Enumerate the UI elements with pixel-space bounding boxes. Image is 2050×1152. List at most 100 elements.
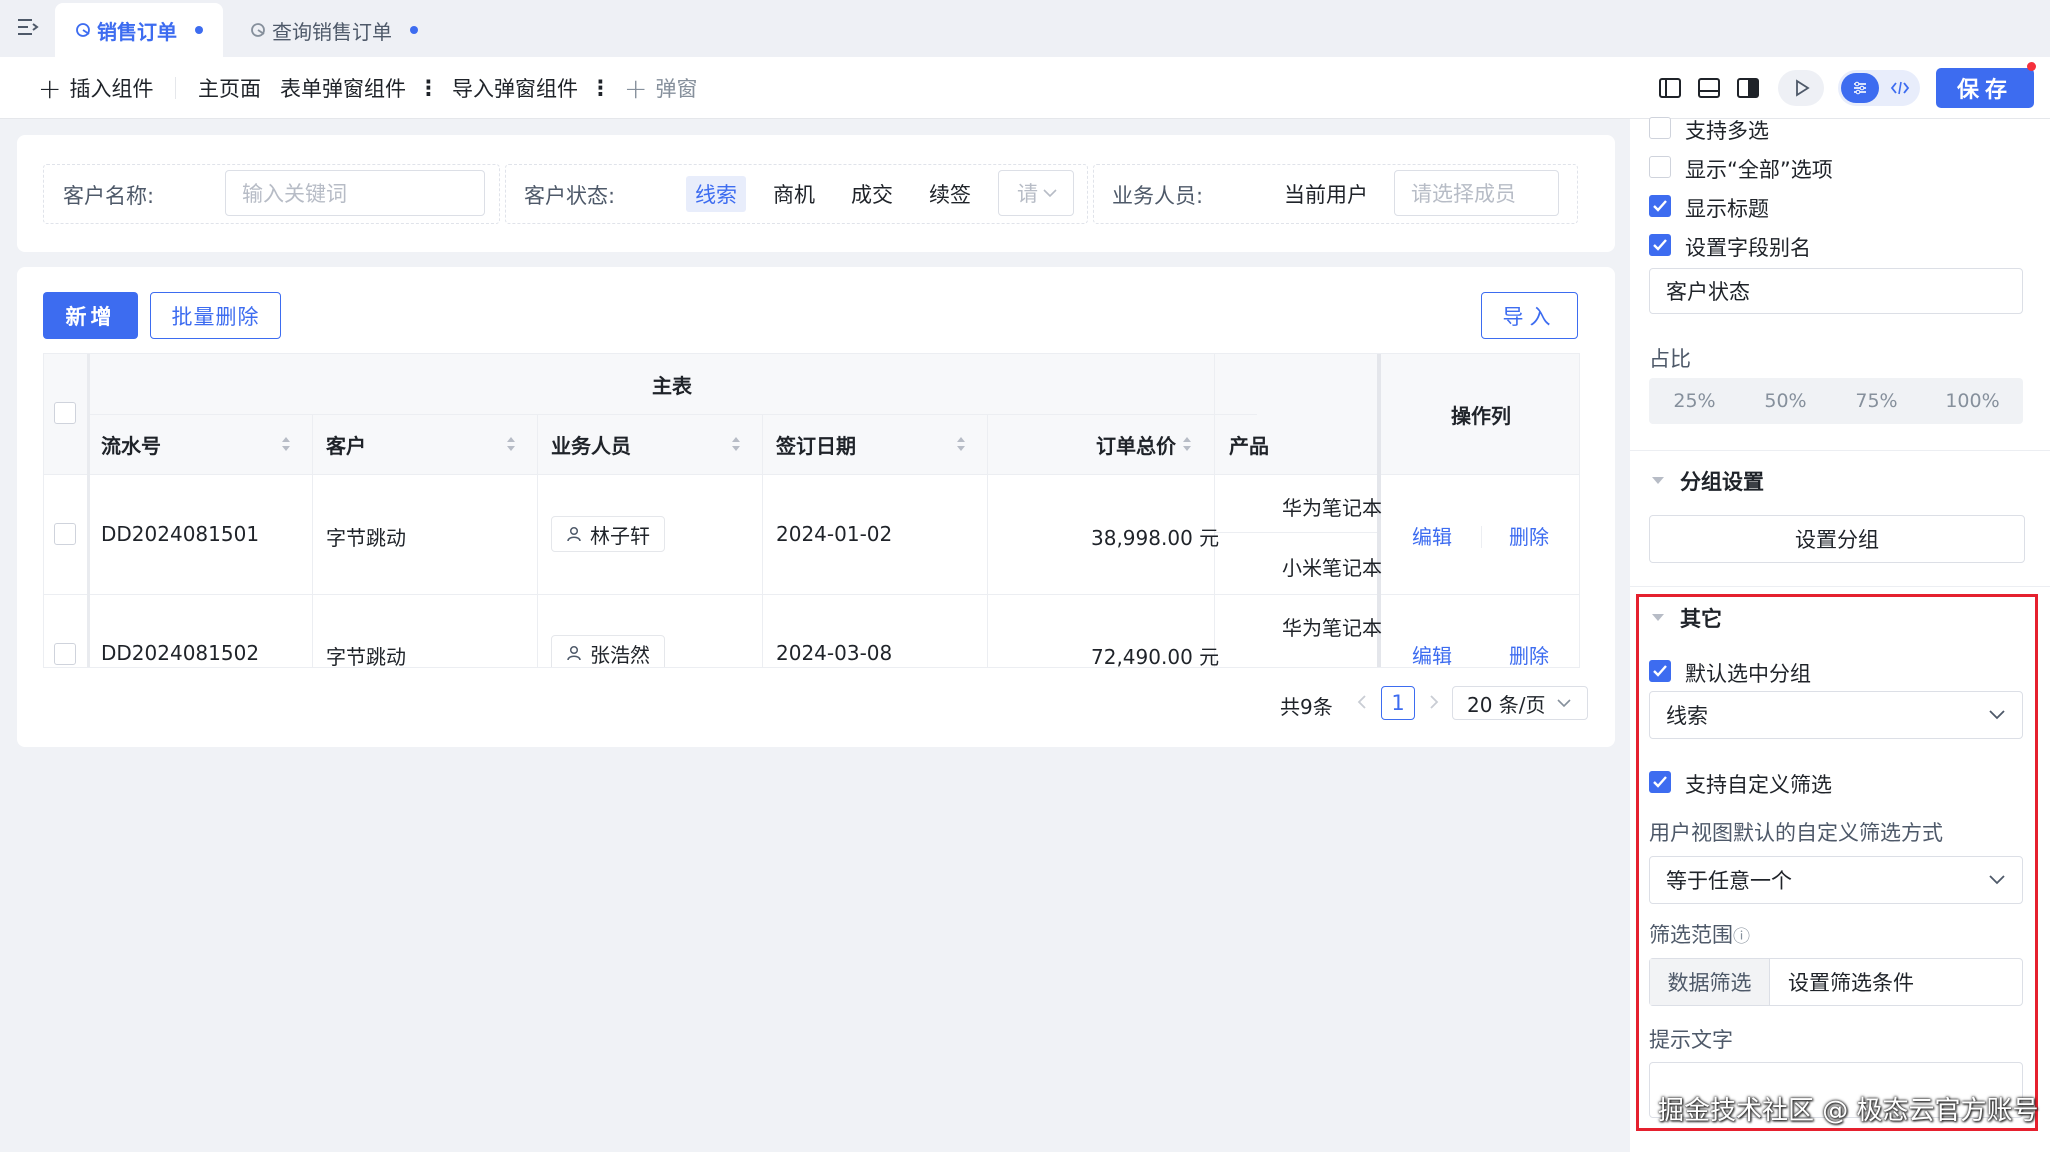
tab-query-sales-order[interactable]: 查询销售订单 — [230, 3, 438, 57]
status-option-renewal[interactable]: 续签 — [920, 176, 980, 212]
show-all-checkbox[interactable] — [1649, 156, 1671, 178]
layout-bottom-icon[interactable] — [1696, 75, 1722, 101]
chevron-down-icon — [1556, 699, 1571, 708]
insert-component-button[interactable]: + 插入组件 — [38, 57, 153, 119]
import-button[interactable]: 导入 — [1481, 292, 1578, 339]
status-more-select[interactable]: 请 — [998, 170, 1074, 216]
unsaved-dot — [410, 26, 418, 34]
ratio-100[interactable]: 100% — [1922, 378, 2023, 424]
save-button[interactable]: 保存 — [1936, 68, 2034, 108]
check-icon — [1653, 239, 1667, 251]
grid-line — [87, 414, 1257, 415]
more-vertical-icon[interactable]: ⋮ — [590, 76, 611, 100]
col-header-total[interactable]: 订单总价 — [1096, 414, 1176, 474]
preview-button[interactable] — [1778, 70, 1824, 106]
cell-serial: DD2024081502 — [101, 641, 260, 665]
multi-select-checkbox[interactable] — [1649, 117, 1671, 139]
field-alias-input[interactable]: 客户状态 — [1649, 268, 2023, 314]
layout-right-icon[interactable] — [1735, 75, 1761, 101]
show-title-checkbox[interactable] — [1649, 195, 1671, 217]
col-header-serial[interactable]: 流水号 — [101, 414, 161, 474]
show-all-label: 显示“全部”选项 — [1685, 158, 1833, 182]
ratio-25[interactable]: 25% — [1649, 378, 1740, 424]
prev-page-icon[interactable] — [1355, 693, 1369, 711]
main-page-button[interactable]: 主页面 — [198, 57, 261, 119]
form-popup-button[interactable]: 表单弹窗组件 ⋮ — [280, 57, 439, 119]
col-header-label: 流水号 — [101, 433, 161, 458]
edit-link[interactable]: 编辑 — [1412, 640, 1452, 667]
tab-sales-order[interactable]: 销售订单 — [55, 3, 223, 57]
status-option-opportunity[interactable]: 商机 — [764, 176, 824, 212]
delete-link[interactable]: 删除 — [1509, 521, 1549, 550]
ratio-segmented: 25% 50% 75% 100% — [1649, 378, 2023, 424]
caret-down-icon[interactable] — [1652, 477, 1664, 484]
grid-line — [44, 474, 1579, 475]
user-tag: 张浩然 — [551, 635, 665, 667]
link-divider — [1481, 526, 1482, 548]
pagination-total: 共9条 — [1280, 695, 1333, 719]
row-checkbox[interactable] — [54, 643, 76, 665]
field-alias-checkbox[interactable] — [1649, 234, 1671, 256]
cell-customer: 字节跳动 — [326, 645, 406, 668]
sort-icon[interactable] — [1182, 436, 1192, 452]
divider — [175, 77, 176, 99]
code-icon[interactable] — [1890, 79, 1910, 97]
col-header-sales[interactable]: 业务人员 — [551, 414, 631, 474]
popup-label: 弹窗 — [655, 77, 698, 101]
menu-collapse-icon[interactable] — [16, 16, 40, 38]
delete-link[interactable]: 删除 — [1509, 640, 1549, 667]
page-button-current[interactable]: 1 — [1381, 686, 1415, 720]
multi-select-label: 支持多选 — [1685, 119, 1769, 143]
customer-name-label: 客户名称: — [63, 184, 155, 208]
customer-name-input[interactable]: 输入关键词 — [225, 170, 485, 216]
add-popup-button[interactable]: + 弹窗 — [624, 57, 697, 119]
row-checkbox[interactable] — [54, 523, 76, 545]
check-icon — [1653, 200, 1667, 212]
next-page-icon[interactable] — [1427, 693, 1441, 711]
group-settings-title[interactable]: 分组设置 — [1680, 466, 1764, 496]
page-icon — [76, 23, 90, 37]
settings-mode-button[interactable] — [1841, 73, 1879, 103]
insert-component-label: 插入组件 — [69, 77, 154, 101]
chevron-down-icon — [1043, 189, 1057, 198]
grid-line — [987, 414, 988, 667]
batch-delete-button[interactable]: 批量删除 — [150, 292, 281, 339]
col-header-label: 签订日期 — [776, 433, 856, 458]
sort-icon[interactable] — [506, 436, 516, 452]
select-all-checkbox[interactable] — [54, 402, 76, 424]
unsaved-dot — [195, 26, 203, 34]
edit-link[interactable]: 编辑 — [1412, 521, 1452, 550]
ratio-50[interactable]: 50% — [1740, 378, 1831, 424]
page-size-select[interactable]: 20 条/页 — [1452, 686, 1588, 720]
more-vertical-icon[interactable]: ⋮ — [418, 76, 439, 100]
col-header-customer[interactable]: 客户 — [326, 414, 366, 474]
tab-label: 查询销售订单 — [272, 19, 392, 44]
section-divider — [1630, 450, 2050, 451]
plus-icon: + — [38, 71, 62, 105]
sales-current-user[interactable]: 当前用户 — [1275, 176, 1377, 212]
watermark: 掘金技术社区 @ 极态云官方账号 — [1658, 1096, 2039, 1126]
col-header-product: 产品 — [1229, 414, 1269, 474]
grid-line — [537, 414, 538, 667]
col-header-label: 产品 — [1229, 433, 1269, 458]
cell-total: 38,998.00 元 — [1091, 526, 1220, 550]
sort-icon[interactable] — [281, 436, 291, 452]
ratio-75[interactable]: 75% — [1831, 378, 1922, 424]
view-mode-toggle[interactable] — [1838, 70, 1920, 106]
sort-icon[interactable] — [956, 436, 966, 452]
import-popup-button[interactable]: 导入弹窗组件 ⋮ — [452, 57, 611, 119]
cell-product: 华为笔记本 — [1282, 496, 1382, 520]
page-icon — [251, 23, 265, 37]
status-option-clue[interactable]: 线索 — [686, 176, 746, 212]
set-group-button[interactable]: 设置分组 — [1649, 515, 2025, 563]
user-tag: 林子轩 — [551, 516, 665, 552]
col-header-label: 业务人员 — [551, 433, 631, 458]
sort-icon[interactable] — [731, 436, 741, 452]
sales-member-select[interactable]: 请选择成员 — [1394, 170, 1559, 216]
col-header-date[interactable]: 签订日期 — [776, 414, 856, 474]
grid-line — [44, 594, 1579, 595]
layout-left-icon[interactable] — [1657, 75, 1683, 101]
notification-dot — [2027, 62, 2036, 71]
status-option-deal[interactable]: 成交 — [842, 176, 902, 212]
add-button[interactable]: 新增 — [43, 292, 138, 339]
